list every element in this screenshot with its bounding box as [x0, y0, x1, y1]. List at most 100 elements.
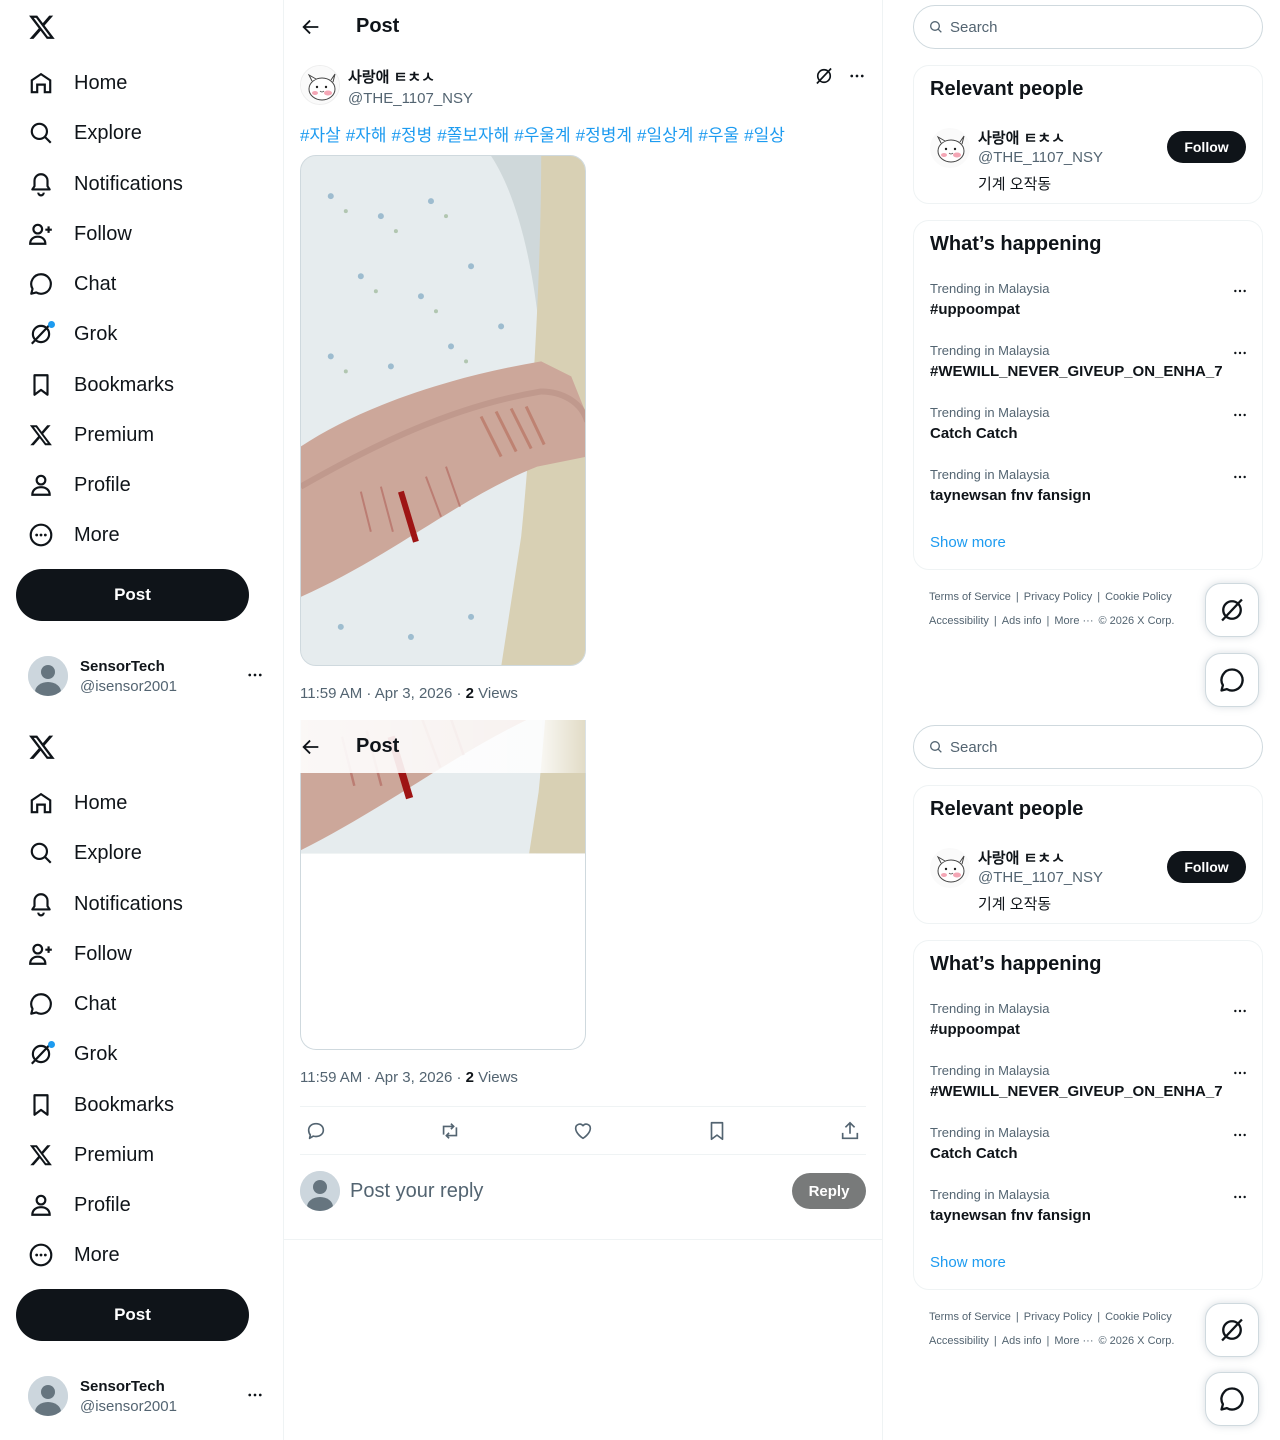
hashtag-link[interactable]: #일상 [744, 126, 785, 145]
account-switcher[interactable]: SensorTech @isensor2001 [16, 646, 268, 706]
more-dots-icon[interactable] [1232, 1127, 1248, 1143]
x-logo-icon[interactable] [28, 733, 56, 761]
reply-icon[interactable] [304, 1119, 328, 1143]
nav-item-home[interactable]: Home [16, 781, 139, 825]
footer-link[interactable]: Cookie Policy [1105, 1311, 1172, 1323]
trend-item[interactable]: Trending in Malaysia Catch Catch [930, 1125, 1248, 1162]
author-handle[interactable]: @THE_1107_NSY [348, 90, 473, 107]
hashtag-link[interactable]: #우울 [698, 126, 739, 145]
trend-item[interactable]: Trending in Malaysia #WEWILL_NEVER_GIVEUP… [930, 1063, 1248, 1100]
trend-item[interactable]: Trending in Malaysia #WEWILL_NEVER_GIVEUP… [930, 343, 1248, 380]
footer-separator: | [1015, 591, 1019, 603]
nav-item-bookmarks[interactable]: Bookmarks [16, 363, 186, 407]
nav-item-notifications[interactable]: Notifications [16, 882, 195, 926]
more-dots-icon[interactable] [1232, 345, 1248, 361]
nav-item-explore[interactable]: Explore [16, 111, 154, 155]
bookmark-icon[interactable] [705, 1119, 729, 1143]
x-logo-icon[interactable] [28, 13, 56, 41]
footer-separator: | [993, 1335, 997, 1347]
grok-fab[interactable] [1205, 1303, 1259, 1357]
footer-link[interactable]: Privacy Policy [1024, 1311, 1092, 1323]
hashtag-link[interactable]: #자살 [300, 126, 341, 145]
hashtag-link[interactable]: #우울계 [514, 126, 570, 145]
more-dots-icon[interactable] [1232, 1003, 1248, 1019]
author-avatar[interactable] [930, 848, 970, 888]
hashtag-link[interactable]: #쫄보자해 [437, 126, 509, 145]
search-input[interactable]: Search [913, 5, 1263, 49]
hashtag-link[interactable]: #정병 [392, 126, 433, 145]
relevant-name[interactable]: 사랑애 ㅌㅊㅅ [978, 127, 1065, 148]
nav-item-notifications[interactable]: Notifications [16, 162, 195, 206]
more-dots-icon[interactable] [1232, 407, 1248, 423]
repost-icon[interactable] [438, 1119, 462, 1143]
more-dots-icon[interactable] [1232, 1189, 1248, 1205]
author-name[interactable]: 사랑애 ㅌㅊㅅ [348, 66, 473, 87]
back-arrow-icon[interactable] [300, 16, 322, 38]
nav-item-chat[interactable]: Chat [16, 262, 128, 306]
author-avatar[interactable] [300, 65, 340, 105]
post-timestamp[interactable]: 11:59 AM · Apr 3, 2026 · [300, 1069, 466, 1086]
footer-link[interactable]: More ··· [1054, 1335, 1093, 1347]
nav-item-grok[interactable]: Grok [16, 312, 129, 356]
footer-link[interactable]: Ads info [1002, 615, 1042, 627]
footer-link[interactable]: Accessibility [929, 1335, 989, 1347]
hashtag-link[interactable]: #일상계 [637, 126, 693, 145]
footer-link[interactable]: Cookie Policy [1105, 591, 1172, 603]
post-author[interactable]: 사랑애 ㅌㅊㅅ @THE_1107_NSY [300, 65, 473, 107]
nav-item-explore[interactable]: Explore [16, 831, 154, 875]
nav-item-follow[interactable]: Follow [16, 932, 144, 976]
reply-button[interactable]: Reply [792, 1173, 866, 1209]
trend-item[interactable]: Trending in Malaysia Catch Catch [930, 405, 1248, 442]
hashtag-link[interactable]: #자해 [346, 126, 387, 145]
more-dots-icon[interactable] [1232, 469, 1248, 485]
post-timestamp[interactable]: 11:59 AM · Apr 3, 2026 · [300, 685, 466, 702]
relevant-name[interactable]: 사랑애 ㅌㅊㅅ [978, 847, 1065, 868]
author-avatar[interactable] [930, 128, 970, 168]
footer-link[interactable]: Terms of Service [929, 591, 1011, 603]
show-more-link[interactable]: Show more [930, 1254, 1006, 1271]
footer-link[interactable]: Privacy Policy [1024, 591, 1092, 603]
trend-item[interactable]: Trending in Malaysia #uppoompat [930, 281, 1248, 318]
footer-link[interactable]: Terms of Service [929, 1311, 1011, 1323]
share-icon[interactable] [838, 1119, 862, 1143]
more-dots-icon[interactable] [1232, 283, 1248, 299]
account-switcher[interactable]: SensorTech @isensor2001 [16, 1366, 268, 1426]
footer-link[interactable]: Accessibility [929, 615, 989, 627]
chat-fab[interactable] [1205, 653, 1259, 707]
more-dots-icon[interactable] [848, 67, 866, 85]
nav-item-home[interactable]: Home [16, 61, 139, 105]
back-arrow-icon[interactable] [300, 736, 322, 758]
hashtag-link[interactable]: #정병계 [576, 126, 632, 145]
follow-button[interactable]: Follow [1167, 851, 1246, 883]
follow-button[interactable]: Follow [1167, 131, 1246, 163]
search-input[interactable]: Search [913, 725, 1263, 769]
trend-item[interactable]: Trending in Malaysia #uppoompat [930, 1001, 1248, 1038]
nav-item-profile[interactable]: Profile [16, 463, 143, 507]
show-more-link[interactable]: Show more [930, 534, 1006, 551]
trend-item[interactable]: Trending in Malaysia taynewsan fnv fansig… [930, 1187, 1248, 1224]
post-button[interactable]: Post [16, 1289, 249, 1341]
nav-item-more[interactable]: More [16, 513, 132, 557]
grok-icon[interactable] [814, 66, 834, 86]
nav-item-more[interactable]: More [16, 1233, 132, 1277]
footer-link[interactable]: Ads info [1002, 1335, 1042, 1347]
nav-item-bookmarks[interactable]: Bookmarks [16, 1083, 186, 1127]
nav-item-profile[interactable]: Profile [16, 1183, 143, 1227]
right-sidebar: Search Relevant people 사랑애 ㅌㅊㅅ @THE_1107… [913, 720, 1263, 1440]
post-image[interactable] [300, 155, 586, 666]
relevant-handle[interactable]: @THE_1107_NSY [978, 869, 1103, 886]
post-button[interactable]: Post [16, 569, 249, 621]
chat-fab[interactable] [1205, 1372, 1259, 1426]
nav-item-grok[interactable]: Grok [16, 1032, 129, 1076]
nav-item-follow[interactable]: Follow [16, 212, 144, 256]
nav-item-premium[interactable]: Premium [16, 413, 166, 457]
nav-item-premium[interactable]: Premium [16, 1133, 166, 1177]
trend-item[interactable]: Trending in Malaysia taynewsan fnv fansig… [930, 467, 1248, 504]
reply-input[interactable]: Post your reply [350, 1180, 792, 1203]
grok-fab[interactable] [1205, 583, 1259, 637]
footer-link[interactable]: More ··· [1054, 615, 1093, 627]
more-dots-icon[interactable] [1232, 1065, 1248, 1081]
like-icon[interactable] [571, 1119, 595, 1143]
nav-item-chat[interactable]: Chat [16, 982, 128, 1026]
relevant-handle[interactable]: @THE_1107_NSY [978, 149, 1103, 166]
